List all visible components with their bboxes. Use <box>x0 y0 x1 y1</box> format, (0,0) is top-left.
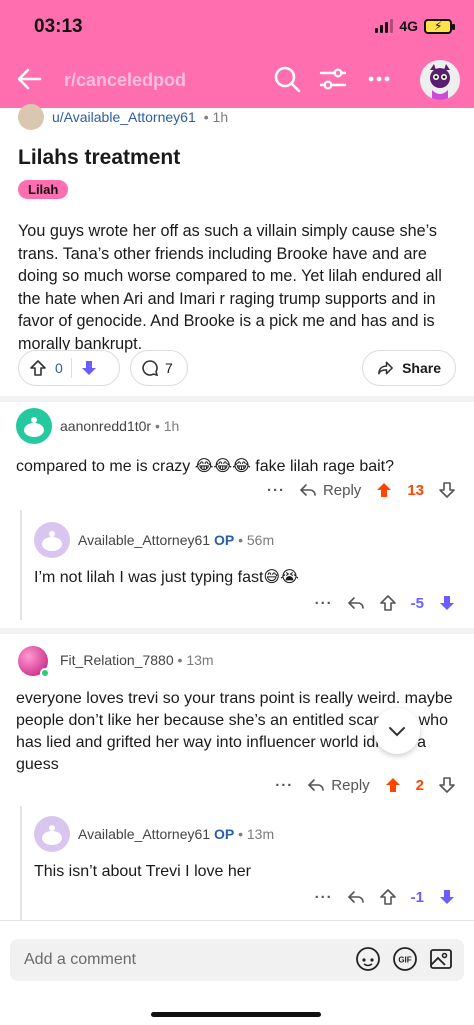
downvote-icon[interactable] <box>438 481 456 499</box>
filter-icon[interactable] <box>318 64 348 94</box>
reply-button[interactable]: Reply <box>299 481 361 499</box>
comment-header: aanonredd1t0r • 1h <box>60 418 180 434</box>
comment-body: I’m not lilah I was just typing fast😅😭 <box>34 569 299 586</box>
upvote-icon[interactable] <box>29 359 47 377</box>
comment-actions: ··· Reply 13 <box>267 481 456 499</box>
upvote-icon[interactable] <box>375 481 393 499</box>
comment-author[interactable]: Available_Attorney61 <box>78 826 210 842</box>
comment-header: Available_Attorney61 OP • 13m <box>78 826 275 842</box>
comment-avatar[interactable] <box>16 408 52 444</box>
app-header: 03:13 4G ⚡ r/canceledpod <box>0 0 474 108</box>
gif-icon[interactable]: GIF <box>392 946 418 972</box>
reply-icon <box>299 484 316 496</box>
comment-body: compared to me is crazy 😂😂😂 fake lilah r… <box>16 458 395 475</box>
downvote-icon[interactable] <box>80 359 98 377</box>
comment-time: 13m <box>186 652 214 668</box>
network-label: 4G <box>399 18 418 34</box>
reply-label: Reply <box>331 776 370 794</box>
post-title: Lilahs treatment <box>18 146 181 169</box>
comments-count-button[interactable]: 7 <box>130 350 188 386</box>
comment-composer-bar: Add a comment GIF <box>0 920 474 1025</box>
comment-actions: ··· -5 <box>315 594 456 612</box>
share-label: Share <box>402 360 441 376</box>
reply-button[interactable]: Reply <box>307 776 370 794</box>
comment-divider <box>0 628 474 634</box>
upvote-icon[interactable] <box>379 594 397 612</box>
comment-bubble-icon <box>142 360 159 377</box>
more-options-icon[interactable] <box>364 64 394 94</box>
upvote-icon[interactable] <box>379 888 397 906</box>
post-vote-pill: 0 <box>18 350 120 386</box>
comment-time: 13m <box>246 826 275 842</box>
back-arrow-icon[interactable] <box>14 64 44 94</box>
comments-count: 7 <box>165 360 173 376</box>
comment-avatar[interactable] <box>34 816 70 852</box>
comment-vote-count: 13 <box>407 481 424 499</box>
downvote-icon[interactable] <box>438 776 456 794</box>
post-vote-count: 0 <box>55 360 63 376</box>
image-icon[interactable] <box>428 946 454 972</box>
snoo-avatar-icon[interactable] <box>354 945 382 973</box>
user-avatar[interactable] <box>420 60 460 100</box>
thread-line <box>20 510 22 620</box>
comment-author[interactable]: Available_Attorney61 <box>78 532 210 548</box>
search-icon[interactable] <box>272 64 302 94</box>
comment-actions: ··· Reply 2 <box>275 776 456 794</box>
reply-icon[interactable] <box>347 594 365 612</box>
op-badge: OP <box>213 532 235 548</box>
comment-time: 1h <box>163 418 180 434</box>
comment-author[interactable]: aanonredd1t0r <box>60 418 151 434</box>
reply-icon[interactable] <box>347 888 365 906</box>
signal-icon <box>375 19 394 33</box>
comment-vote-count: -1 <box>410 888 424 906</box>
reply-label: Reply <box>322 481 362 499</box>
battery-icon: ⚡ <box>424 18 455 34</box>
op-badge: OP <box>213 826 235 842</box>
online-indicator <box>40 668 50 678</box>
comment-author[interactable]: Fit_Relation_7880 <box>60 652 174 668</box>
downvote-icon[interactable] <box>438 594 456 612</box>
post-flair[interactable]: Lilah <box>18 180 69 199</box>
comment-avatar[interactable] <box>34 522 70 558</box>
comment-header: Fit_Relation_7880 • 13m <box>60 652 214 668</box>
expand-chevron-button[interactable] <box>374 708 420 754</box>
comment-time: 56m <box>246 532 275 548</box>
post-meta: u/Available_Attorney61 • 1h <box>18 104 228 130</box>
more-options-icon[interactable]: ··· <box>315 889 333 906</box>
status-bar-right: 4G ⚡ <box>375 18 455 34</box>
post-time: • 1h <box>203 109 229 125</box>
reply-icon <box>308 779 325 791</box>
comment-header: Available_Attorney61 OP • 56m <box>78 532 275 548</box>
upvote-icon[interactable] <box>384 776 402 794</box>
comment-vote-count: -5 <box>410 594 424 612</box>
composer-icons: GIF <box>354 945 454 973</box>
comment-actions: ··· -1 <box>315 888 456 906</box>
post-author-avatar[interactable] <box>18 104 44 130</box>
share-button[interactable]: Share <box>362 350 456 386</box>
share-icon <box>378 361 393 375</box>
thread-line <box>20 806 22 921</box>
post-divider <box>0 396 474 402</box>
svg-text:GIF: GIF <box>398 956 411 965</box>
post-author[interactable]: u/Available_Attorney61 <box>52 109 196 125</box>
downvote-icon[interactable] <box>438 888 456 906</box>
post-body: You guys wrote her off as such a villain… <box>18 222 442 353</box>
more-options-icon[interactable]: ··· <box>267 482 285 499</box>
comment-body: This isn’t about Trevi I love her <box>34 863 251 880</box>
comment-vote-count: 2 <box>415 776 424 794</box>
more-options-icon[interactable]: ··· <box>315 595 333 612</box>
home-indicator <box>151 1012 321 1017</box>
subreddit-title[interactable]: r/canceledpod <box>64 70 186 91</box>
status-time: 03:13 <box>34 16 83 37</box>
more-options-icon[interactable]: ··· <box>275 777 293 794</box>
chevron-down-icon <box>389 727 405 737</box>
comment-input[interactable]: Add a comment GIF <box>10 939 464 981</box>
comment-input-placeholder: Add a comment <box>24 951 137 968</box>
